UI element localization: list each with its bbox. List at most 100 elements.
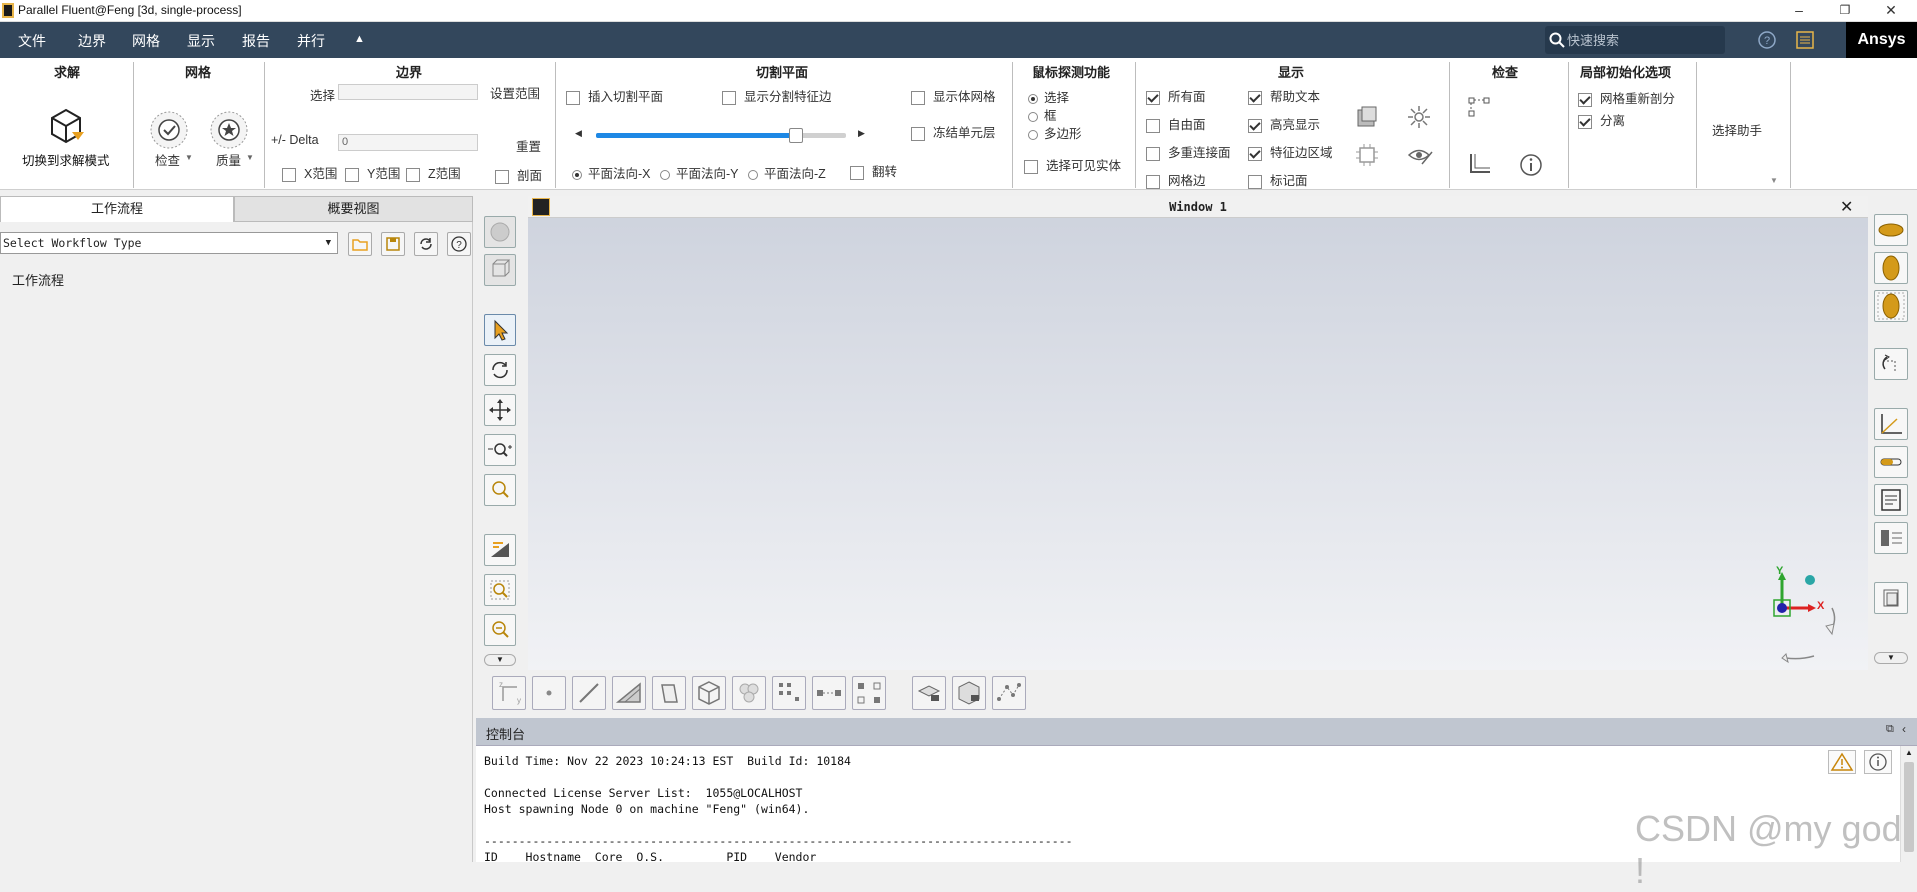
help-button[interactable]: ? — [447, 232, 471, 256]
zoom-to-fit-button[interactable] — [484, 574, 516, 606]
help-text-option[interactable]: 帮助文本 — [1248, 86, 1320, 105]
fit-view-button[interactable] — [484, 534, 516, 566]
filter-connect-button[interactable] — [852, 676, 886, 710]
filter-object-button[interactable] — [912, 676, 946, 710]
chevron-down-icon[interactable]: ▼ — [185, 153, 193, 162]
flip-option[interactable]: 翻转 — [850, 161, 897, 180]
menu-mesh[interactable]: 网格 — [132, 31, 160, 51]
delta-input[interactable]: 0 — [338, 134, 478, 151]
select-visible-option[interactable]: 选择可见实体 — [1024, 155, 1121, 174]
filter-zone-button[interactable] — [652, 676, 686, 710]
filter-link-button[interactable] — [812, 676, 846, 710]
mesh-quality-button[interactable]: 质量 — [216, 150, 241, 169]
iso-view-button[interactable] — [484, 254, 516, 286]
display-mode-button[interactable] — [1874, 214, 1908, 246]
show-volume-mesh-option[interactable]: 显示体网格 — [911, 86, 996, 105]
workflow-type-select[interactable]: Select Workflow Type ▼ — [0, 232, 338, 254]
show-split-edges-option[interactable]: 显示分割特征边 — [722, 86, 832, 105]
normal-z-option[interactable]: 平面法向-Z — [748, 163, 826, 182]
lighting-button[interactable] — [1874, 252, 1908, 284]
pan-button[interactable] — [484, 394, 516, 426]
menu-boundary[interactable]: 边界 — [78, 31, 106, 51]
select-tool-button[interactable] — [484, 314, 516, 346]
filter-body-button[interactable] — [692, 676, 726, 710]
console-info-button[interactable] — [1864, 750, 1892, 774]
node-connect-icon[interactable] — [1466, 94, 1494, 120]
select-field[interactable] — [338, 84, 478, 100]
rotate-button[interactable] — [484, 354, 516, 386]
feature-zone-option[interactable]: 特征边区域 — [1248, 142, 1333, 161]
normal-y-option[interactable]: 平面法向-Y — [660, 163, 739, 182]
z-range-option[interactable]: Z范围 — [406, 163, 461, 182]
filter-cells-button[interactable] — [732, 676, 766, 710]
freeze-cell-layer-option[interactable]: 冻结单元层 — [911, 122, 996, 141]
save-button[interactable] — [381, 232, 405, 256]
layout-button[interactable] — [1874, 522, 1908, 554]
probe-select-option[interactable]: 选择 — [1028, 87, 1069, 106]
toolbar-expand-icon[interactable]: ▼ — [484, 654, 516, 666]
filter-nodes-button[interactable] — [772, 676, 806, 710]
eye-icon[interactable] — [1406, 142, 1434, 168]
filter-polyline-button[interactable] — [992, 676, 1026, 710]
all-faces-option[interactable]: 所有面 — [1146, 86, 1206, 105]
mark-face-option[interactable]: 标记面 — [1248, 170, 1308, 189]
insert-clip-plane-option[interactable]: 插入切割平面 — [566, 86, 663, 105]
reset-button[interactable]: 重置 — [516, 136, 541, 155]
collapse-ribbon-icon[interactable]: ▲ — [354, 33, 365, 45]
filter-edge-button[interactable] — [572, 676, 606, 710]
chevron-down-icon[interactable]: ▼ — [246, 153, 254, 162]
help-icon[interactable]: ? — [1757, 30, 1777, 50]
close-window-button[interactable]: ✕ — [1868, 0, 1914, 22]
x-range-option[interactable]: X范围 — [282, 163, 337, 182]
tab-workflow[interactable]: 工作流程 — [0, 196, 234, 222]
menu-parallel[interactable]: 并行 — [297, 31, 325, 51]
close-graphics-window-button[interactable]: ✕ — [1840, 197, 1853, 217]
restore-button[interactable]: ❐ — [1822, 0, 1868, 22]
slider-left-arrow-icon[interactable]: ◀ — [575, 128, 582, 139]
section-option[interactable]: 剖面 — [495, 165, 542, 184]
mesh-display-button[interactable] — [1874, 290, 1908, 322]
filter-volume-button[interactable] — [952, 676, 986, 710]
highlight-option[interactable]: 高亮显示 — [1248, 114, 1320, 133]
filter-face-button[interactable] — [612, 676, 646, 710]
menu-report[interactable]: 报告 — [242, 31, 270, 51]
refresh-button[interactable] — [414, 232, 438, 256]
slider-right-arrow-icon[interactable]: ▶ — [858, 128, 865, 139]
undo-view-button[interactable] — [1874, 348, 1908, 380]
switch-to-solve-button[interactable]: 切换到求解模式 — [22, 150, 110, 169]
y-range-option[interactable]: Y范围 — [345, 163, 400, 182]
normal-x-option[interactable]: 平面法向-X — [572, 163, 651, 182]
console-float-icon[interactable]: ⧉ — [1886, 723, 1894, 736]
search-input[interactable] — [1567, 30, 1717, 50]
chip-icon[interactable] — [1354, 142, 1380, 168]
display-faces-icon[interactable] — [1354, 104, 1380, 130]
multi-connected-option[interactable]: 多重连接面 — [1146, 142, 1231, 161]
quick-search[interactable] — [1545, 26, 1725, 54]
view-all-button[interactable] — [484, 216, 516, 248]
right-toolbar-expand-icon[interactable]: ▼ — [1874, 652, 1908, 664]
colormap-button[interactable] — [1874, 446, 1908, 478]
remesh-option[interactable]: 网格重新剖分 — [1578, 88, 1675, 107]
probe-box-option[interactable]: 框 — [1028, 105, 1057, 124]
open-folder-button[interactable] — [348, 232, 372, 256]
clip-slider[interactable] — [596, 128, 846, 143]
copy-view-button[interactable] — [1874, 582, 1908, 614]
tab-outline-view[interactable]: 概要视图 — [234, 196, 473, 222]
set-range-button[interactable]: 设置范围 — [490, 83, 540, 102]
mesh-quality-icon[interactable] — [209, 110, 249, 150]
info-icon[interactable] — [1518, 152, 1544, 178]
console-collapse-icon[interactable]: ‹ — [1902, 722, 1906, 736]
layout-icon[interactable] — [1794, 29, 1816, 51]
minimize-button[interactable]: – — [1776, 0, 1822, 22]
star-mesh-icon[interactable] — [1406, 104, 1432, 130]
select-helper-button[interactable]: 选择助手 — [1712, 120, 1762, 139]
axis-triad[interactable] — [1760, 560, 1860, 670]
zoom-box-button[interactable] — [484, 474, 516, 506]
probe-polygon-option[interactable]: 多边形 — [1028, 123, 1082, 142]
scroll-up-icon[interactable]: ▲ — [1905, 748, 1913, 757]
warning-button[interactable] — [1828, 750, 1856, 774]
graphics-window[interactable] — [528, 196, 1868, 670]
angle-icon[interactable] — [1466, 150, 1494, 178]
clip-slider-thumb[interactable] — [789, 128, 803, 143]
switch-to-solve-icon[interactable] — [48, 106, 84, 146]
